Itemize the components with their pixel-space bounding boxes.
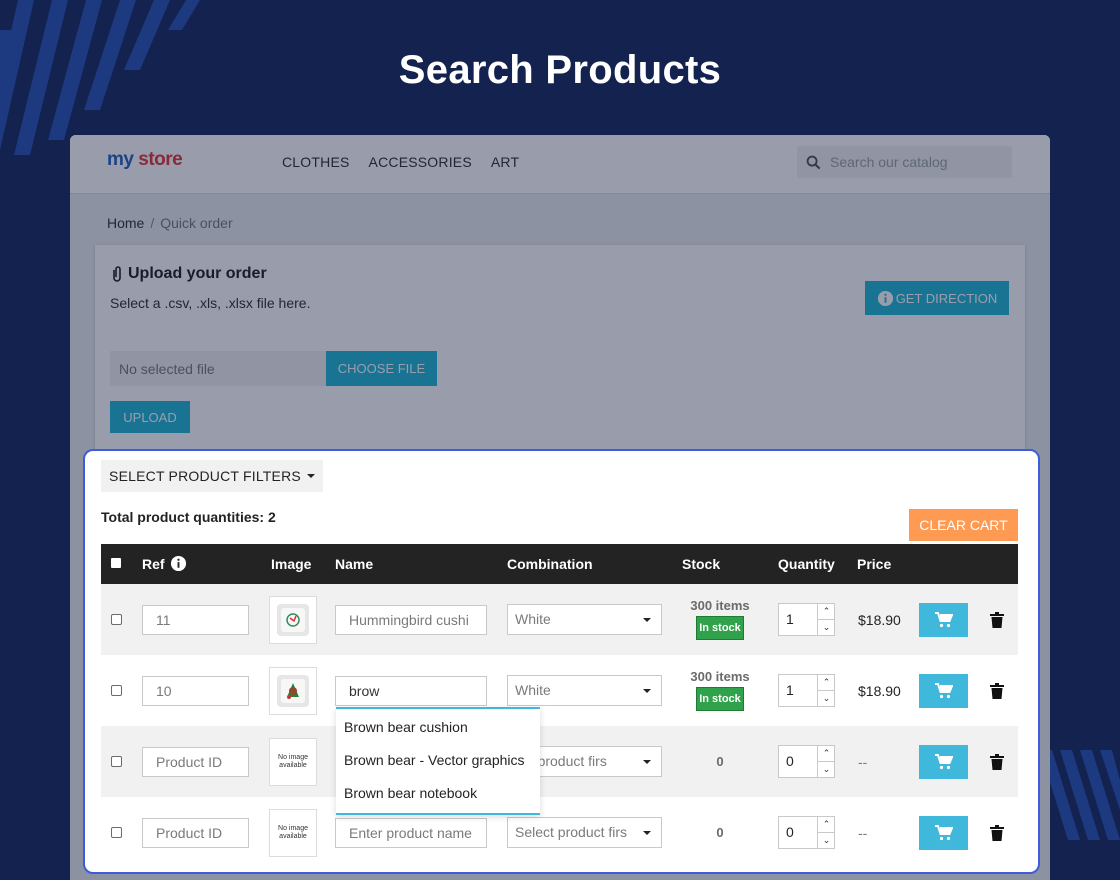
quantity-stepper[interactable]: 0 ⌃ ⌄ — [778, 816, 835, 849]
trash-icon[interactable] — [990, 612, 1004, 628]
increment-icon[interactable]: ⌃ — [818, 746, 835, 762]
stock-cell: 300 items In stock — [680, 598, 760, 640]
increment-icon[interactable]: ⌃ — [818, 675, 835, 691]
col-combination: Combination — [507, 556, 593, 572]
price: -- — [858, 825, 868, 841]
table-header: Ref Image Name Combination Stock Quantit… — [101, 544, 1018, 584]
no-image-text: No image available — [278, 754, 308, 769]
col-image: Image — [271, 556, 312, 572]
combination-select[interactable]: White — [507, 604, 662, 635]
decorative-stripes-bottom — [1040, 750, 1120, 840]
select-all-checkbox[interactable] — [111, 558, 121, 568]
suggestion-item[interactable]: Brown bear - Vector graphics — [344, 752, 525, 768]
ref-input[interactable]: 10 — [142, 676, 249, 706]
row-checkbox[interactable] — [111, 827, 122, 838]
table-row: 10 brow White 300 items In stock 1 ⌃ ⌄ $1… — [101, 655, 1018, 726]
select-product-filters-button[interactable]: SELECT PRODUCT FILTERS — [101, 460, 323, 492]
decrement-icon[interactable]: ⌄ — [818, 620, 835, 635]
quantity-stepper[interactable]: 1 ⌃ ⌄ — [778, 674, 835, 707]
add-to-cart-button[interactable] — [919, 603, 968, 637]
stock-cell: 300 items In stock — [680, 669, 760, 711]
in-stock-badge: In stock — [696, 616, 744, 640]
brown-bear-cushion-image — [277, 675, 309, 707]
trash-icon[interactable] — [990, 754, 1004, 770]
price: -- — [858, 754, 868, 770]
caret-down-icon — [643, 618, 651, 622]
col-quantity: Quantity — [778, 556, 835, 572]
caret-down-icon — [643, 689, 651, 693]
price: $18.90 — [858, 612, 901, 628]
combination-select[interactable]: Select product firs — [507, 817, 662, 848]
table-row: Product ID No image available ect produc… — [101, 726, 1018, 797]
col-stock: Stock — [682, 556, 721, 572]
decrement-icon[interactable]: ⌄ — [818, 833, 835, 848]
total-quantities: Total product quantities: 2 — [101, 509, 276, 525]
clear-cart-button[interactable]: CLEAR CART — [909, 509, 1018, 541]
trash-icon[interactable] — [990, 825, 1004, 841]
ref-input[interactable]: 11 — [142, 605, 249, 635]
page-title: Search Products — [398, 48, 722, 92]
product-image — [269, 667, 317, 715]
cart-icon — [934, 612, 953, 628]
no-image-text: No image available — [278, 825, 308, 840]
caret-down-icon — [643, 831, 651, 835]
cart-icon — [934, 754, 953, 770]
increment-icon[interactable]: ⌃ — [818, 604, 835, 620]
add-to-cart-button[interactable] — [919, 674, 968, 708]
cart-icon — [934, 683, 953, 699]
stock-cell: 0 — [716, 754, 724, 769]
product-name-input[interactable]: Enter product name — [335, 818, 487, 848]
add-to-cart-button[interactable] — [919, 816, 968, 850]
col-price: Price — [857, 556, 892, 572]
cart-icon — [934, 825, 953, 841]
quantity-stepper[interactable]: 0 ⌃ ⌄ — [778, 745, 835, 778]
row-checkbox[interactable] — [111, 756, 122, 767]
trash-icon[interactable] — [990, 683, 1004, 699]
decrement-icon[interactable]: ⌄ — [818, 762, 835, 777]
product-image: No image available — [269, 738, 317, 786]
increment-icon[interactable]: ⌃ — [818, 817, 835, 833]
row-checkbox[interactable] — [111, 614, 122, 625]
stock-cell: 0 — [716, 825, 724, 840]
quick-order-panel: SELECT PRODUCT FILTERS Total product qua… — [83, 449, 1040, 874]
table-row: Product ID No image available Enter prod… — [101, 797, 1018, 868]
suggestion-item[interactable]: Brown bear cushion — [344, 719, 468, 735]
decrement-icon[interactable]: ⌄ — [818, 691, 835, 706]
quantity-stepper[interactable]: 1 ⌃ ⌄ — [778, 603, 835, 636]
col-ref: Ref — [142, 555, 187, 572]
product-name-input[interactable]: Hummingbird cushi — [335, 605, 487, 635]
name-autocomplete-dropdown: Brown bear cushion Brown bear - Vector g… — [336, 707, 540, 815]
product-name-input[interactable]: brow — [335, 676, 487, 706]
product-image: No image available — [269, 809, 317, 857]
info-icon[interactable] — [170, 555, 187, 572]
combination-select[interactable]: White — [507, 675, 662, 706]
table-row: 11 Hummingbird cushi White 300 items In … — [101, 584, 1018, 655]
col-name: Name — [335, 556, 374, 572]
price: $18.90 — [858, 683, 901, 699]
add-to-cart-button[interactable] — [919, 745, 968, 779]
product-image — [269, 596, 317, 644]
caret-down-icon — [643, 760, 651, 764]
caret-down-icon — [306, 473, 315, 478]
ref-input[interactable]: Product ID — [142, 818, 249, 848]
suggestion-item[interactable]: Brown bear notebook — [344, 785, 477, 801]
ref-input[interactable]: Product ID — [142, 747, 249, 777]
row-checkbox[interactable] — [111, 685, 122, 696]
hummingbird-cushion-image — [277, 604, 309, 636]
in-stock-badge: In stock — [696, 687, 744, 711]
